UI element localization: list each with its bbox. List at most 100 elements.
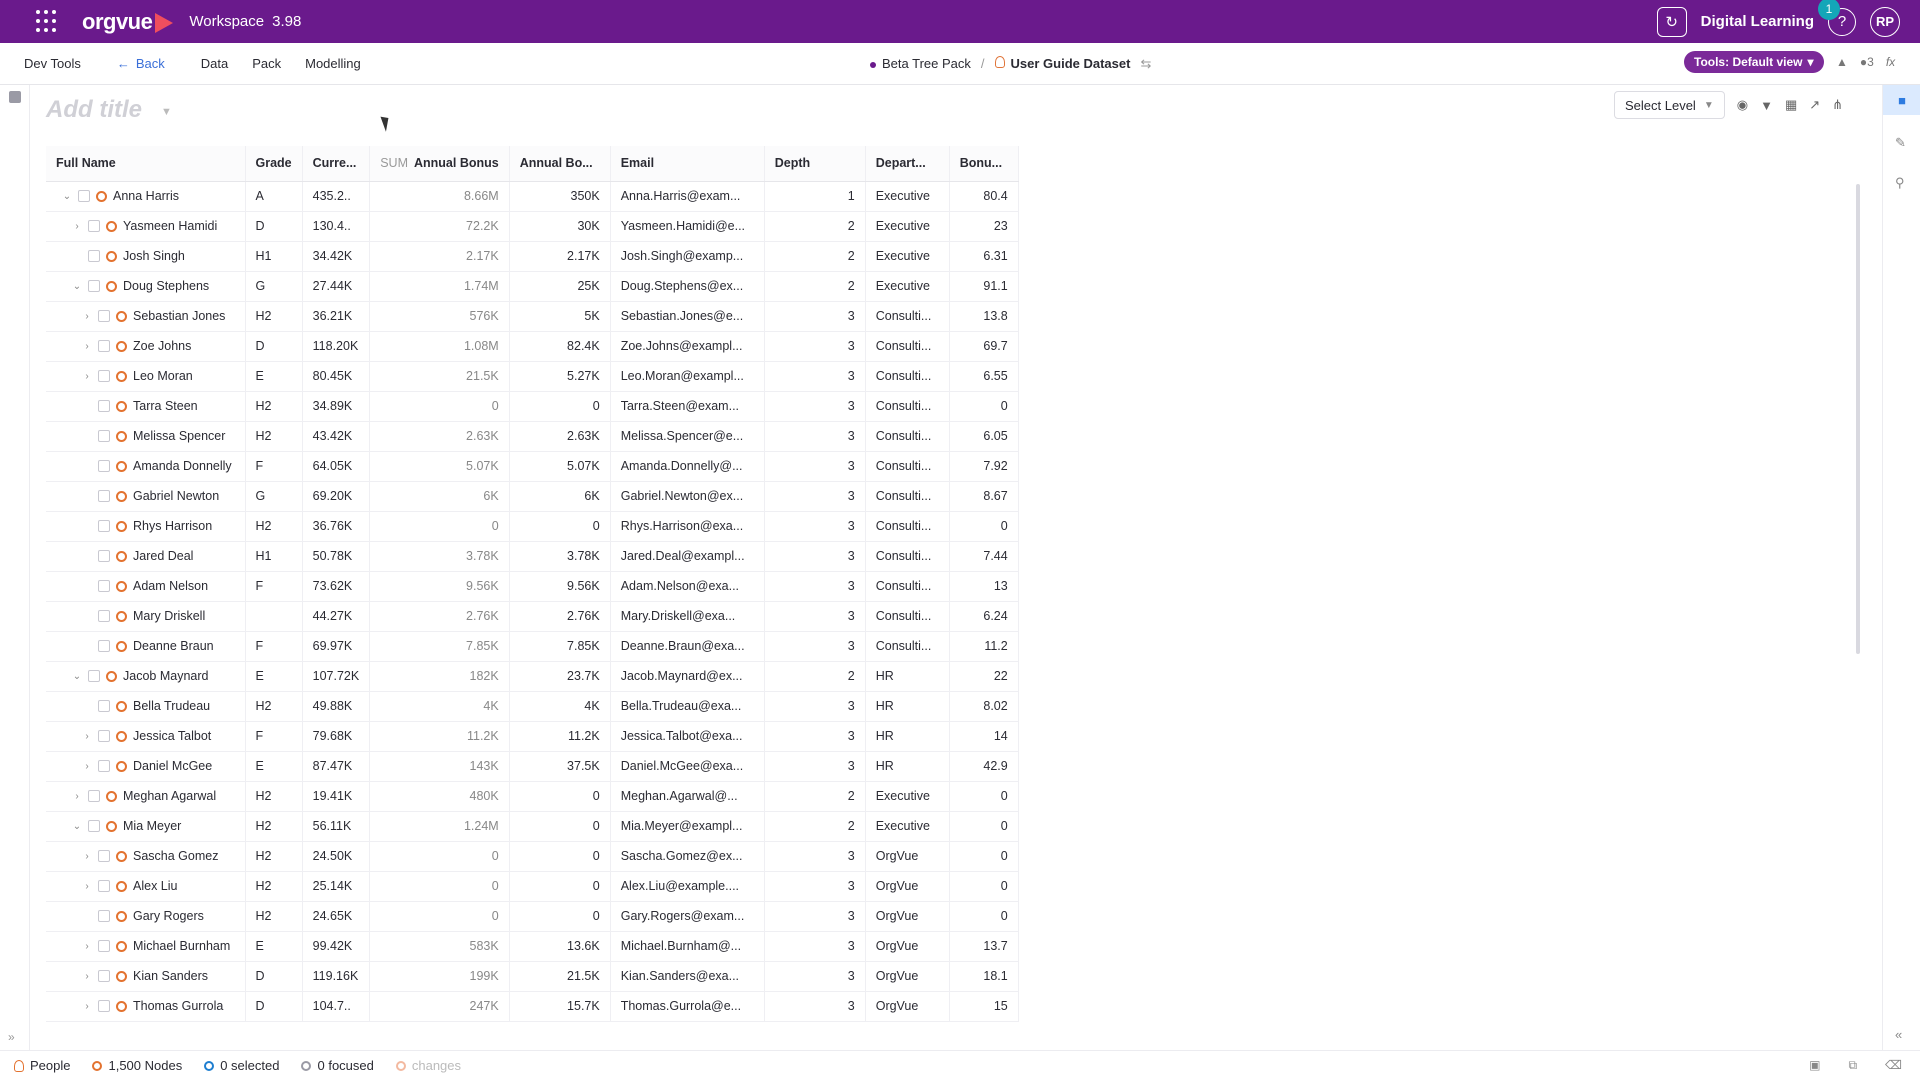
cell-annual-bo[interactable]: 30K (509, 211, 611, 242)
table-row[interactable]: Tarra Steen H2 34.89K 0 0 Tarra.Steen@exam...… (46, 391, 1019, 422)
cell-grade[interactable]: H2 (245, 811, 303, 842)
cell-email[interactable]: Zoe.Johns@exampl... (610, 331, 765, 362)
cell-department[interactable]: OrgVue (865, 871, 950, 902)
cell-current[interactable]: 34.42K (302, 241, 371, 272)
cell-email[interactable]: Doug.Stephens@ex... (610, 271, 765, 302)
user-avatar[interactable]: RP (1870, 6, 1900, 37)
cell-bonus[interactable]: 13 (949, 571, 1019, 602)
cell-bonus[interactable]: 7.44 (949, 541, 1019, 572)
cell-email[interactable]: Bella.Trudeau@exa... (610, 691, 765, 722)
expand-toggle-icon[interactable]: › (82, 971, 92, 982)
cell-depth[interactable]: 2 (764, 811, 866, 842)
cell-depth[interactable]: 3 (764, 511, 866, 542)
share-icon[interactable]: ⋔ (1832, 97, 1843, 113)
cell-annual-bonus-sum[interactable]: 2.63K (369, 421, 510, 452)
cell-annual-bonus-sum[interactable]: 2.17K (369, 241, 510, 272)
expand-toggle-icon[interactable]: › (72, 221, 82, 232)
cell-full-name[interactable]: Deanne Braun (46, 631, 246, 662)
cell-department[interactable]: OrgVue (865, 901, 950, 932)
cell-department[interactable]: Consulti... (865, 451, 950, 482)
cell-depth[interactable]: 3 (764, 541, 866, 572)
cell-annual-bonus-sum[interactable]: 0 (369, 901, 510, 932)
expand-toggle-icon[interactable]: › (82, 1001, 92, 1012)
cell-department[interactable]: Consulti... (865, 361, 950, 392)
chevron-down-icon[interactable]: ▼ (161, 106, 172, 118)
col-header-department[interactable]: Depart... (865, 146, 950, 182)
table-row[interactable]: › Jessica Talbot F 79.68K 11.2K 11.2K Jessica.… (46, 721, 1019, 752)
nodes-count[interactable]: 1,500 Nodes (92, 1058, 182, 1073)
cell-department[interactable]: HR (865, 751, 950, 782)
table-row[interactable]: › Thomas Gurrola D 104.7.. 247K 15.7K Thomas.G… (46, 991, 1019, 1022)
cell-grade[interactable]: H2 (245, 511, 303, 542)
swap-icon[interactable]: ⇆ (1140, 56, 1151, 72)
expand-toggle-icon[interactable]: › (82, 881, 92, 892)
cell-depth[interactable]: 1 (764, 181, 866, 212)
cell-department[interactable]: Consulti... (865, 541, 950, 572)
cell-department[interactable]: OrgVue (865, 991, 950, 1022)
cell-grade[interactable]: D (245, 211, 303, 242)
cell-annual-bonus-sum[interactable]: 199K (369, 961, 510, 992)
cell-depth[interactable]: 3 (764, 481, 866, 512)
cell-bonus[interactable]: 0 (949, 901, 1019, 932)
cell-current[interactable]: 24.50K (302, 841, 371, 872)
formula-icon[interactable]: fx (1886, 55, 1895, 69)
cell-full-name[interactable]: › Zoe Johns (46, 331, 246, 362)
cell-annual-bonus-sum[interactable]: 1.08M (369, 331, 510, 362)
cell-annual-bonus-sum[interactable]: 4K (369, 691, 510, 722)
cell-department[interactable]: Consulti... (865, 331, 950, 362)
expand-toggle-icon[interactable]: › (82, 941, 92, 952)
cell-current[interactable]: 24.65K (302, 901, 371, 932)
changes-count[interactable]: changes (395, 1058, 461, 1073)
cell-depth[interactable]: 3 (764, 931, 866, 962)
cell-annual-bonus-sum[interactable]: 1.74M (369, 271, 510, 302)
cell-grade[interactable]: G (245, 271, 303, 302)
users-count[interactable]: ●3 (1860, 55, 1874, 69)
cell-annual-bo[interactable]: 5.27K (509, 361, 611, 392)
cell-department[interactable]: HR (865, 661, 950, 692)
cell-department[interactable]: Executive (865, 211, 950, 242)
cell-annual-bonus-sum[interactable]: 0 (369, 511, 510, 542)
cell-bonus[interactable]: 6.31 (949, 241, 1019, 272)
cell-depth[interactable]: 3 (764, 361, 866, 392)
cell-current[interactable]: 43.42K (302, 421, 371, 452)
cell-department[interactable]: Consulti... (865, 301, 950, 332)
cell-grade[interactable]: A (245, 181, 303, 212)
cell-annual-bonus-sum[interactable]: 247K (369, 991, 510, 1022)
cell-annual-bonus-sum[interactable]: 3.78K (369, 541, 510, 572)
modelling-menu[interactable]: Modelling (305, 56, 361, 71)
cell-current[interactable]: 87.47K (302, 751, 371, 782)
row-checkbox[interactable] (98, 970, 110, 982)
col-header-current[interactable]: Curre... (302, 146, 371, 182)
cell-email[interactable]: Mary.Driskell@exa... (610, 601, 765, 632)
cell-department[interactable]: Consulti... (865, 391, 950, 422)
cell-email[interactable]: Gabriel.Newton@ex... (610, 481, 765, 512)
expand-toggle-icon[interactable]: › (82, 311, 92, 322)
table-icon[interactable]: ▦ (1785, 97, 1797, 113)
table-row[interactable]: › Michael Burnham E 99.42K 583K 13.6K Michael.… (46, 931, 1019, 962)
cell-email[interactable]: Sebastian.Jones@e... (610, 301, 765, 332)
row-checkbox[interactable] (98, 460, 110, 472)
cell-annual-bo[interactable]: 3.78K (509, 541, 611, 572)
cell-grade[interactable]: E (245, 361, 303, 392)
row-checkbox[interactable] (98, 430, 110, 442)
cell-full-name[interactable]: Bella Trudeau (46, 691, 246, 722)
row-checkbox[interactable] (88, 790, 100, 802)
col-header-annual-bonus-sum[interactable]: SUM Annual Bonus (369, 146, 510, 182)
row-checkbox[interactable] (88, 280, 100, 292)
cell-annual-bo[interactable]: 23.7K (509, 661, 611, 692)
cell-grade[interactable]: H2 (245, 301, 303, 332)
cell-annual-bo[interactable]: 9.56K (509, 571, 611, 602)
table-row[interactable]: › Zoe Johns D 118.20K 1.08M 82.4K Zoe.Johns@ex… (46, 331, 1019, 362)
cell-annual-bo[interactable]: 21.5K (509, 961, 611, 992)
cell-bonus[interactable]: 6.55 (949, 361, 1019, 392)
cell-department[interactable]: Consulti... (865, 571, 950, 602)
cell-bonus[interactable]: 8.67 (949, 481, 1019, 512)
table-row[interactable]: › Yasmeen Hamidi D 130.4.. 72.2K 30K Yasmeen.H… (46, 211, 1019, 242)
table-row[interactable]: Bella Trudeau H2 49.88K 4K 4K Bella.Trudeau@e… (46, 691, 1019, 722)
cell-full-name[interactable]: › Thomas Gurrola (46, 991, 246, 1022)
cell-annual-bo[interactable]: 13.6K (509, 931, 611, 962)
cell-department[interactable]: Consulti... (865, 601, 950, 632)
cell-full-name[interactable]: › Jessica Talbot (46, 721, 246, 752)
cell-bonus[interactable]: 42.9 (949, 751, 1019, 782)
cell-bonus[interactable]: 80.4 (949, 181, 1019, 212)
